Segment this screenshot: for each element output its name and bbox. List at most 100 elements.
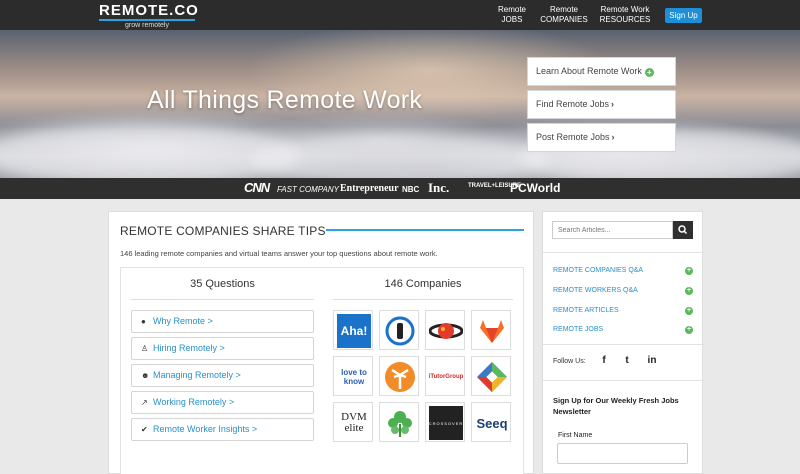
company-tile-crossover[interactable]: CROSSOVER — [425, 402, 465, 442]
site-logo[interactable]: REMOTE.CO grow remotely — [99, 2, 199, 30]
question-remote-worker-insights[interactable]: ✔ Remote Worker Insights > — [131, 418, 314, 441]
sidebar-divider — [543, 380, 704, 381]
hero-cloud-decoration — [250, 135, 550, 178]
chevron-right-icon: › — [611, 99, 615, 109]
press-logos-strip: CNN FAST COMPANY Entrepreneur NBC Inc. T… — [0, 178, 800, 199]
question-label: Hiring Remotely > — [153, 343, 225, 353]
fast-company-logo: FAST COMPANY — [277, 185, 339, 194]
company-tile-1password[interactable] — [379, 310, 419, 350]
group-icon: ☻ — [141, 371, 150, 380]
company-tile-palm[interactable] — [379, 356, 419, 396]
travel-leisure-logo: TRAVEL+LEISURE — [468, 183, 522, 189]
title-underline — [326, 229, 524, 231]
palm-logo — [383, 360, 417, 394]
company-tile-planet[interactable] — [425, 310, 465, 350]
sidebar-link-articles[interactable]: REMOTE ARTICLES — [553, 307, 619, 314]
itutorgroup-logo: iTutorGroup — [428, 374, 464, 380]
nav-resources-line1: Remote Work — [600, 5, 650, 14]
sidebar-link-companies-qa[interactable]: REMOTE COMPANIES Q&A — [553, 267, 643, 274]
plus-circle-icon: + — [644, 68, 654, 77]
dvm-elite-logo: DVM elite — [341, 411, 367, 434]
post-remote-jobs-button[interactable]: Post Remote Jobs › — [527, 123, 676, 152]
plus-circle-icon[interactable]: + — [685, 307, 693, 315]
plus-circle-icon[interactable]: + — [685, 267, 693, 275]
company-tile-dvm-elite[interactable]: DVM elite — [333, 402, 373, 442]
questions-heading-divider — [131, 299, 314, 300]
1password-logo — [383, 314, 417, 348]
info-icon: ● — [141, 317, 146, 326]
companies-heading: 146 Companies — [384, 278, 462, 290]
seeq-logo: Seeq — [476, 415, 508, 431]
company-tile-diamond[interactable] — [471, 356, 511, 396]
section-title: REMOTE COMPANIES SHARE TIPS — [120, 224, 326, 238]
question-label: Remote Worker Insights > — [153, 424, 258, 434]
planet-logo — [429, 314, 463, 348]
question-working-remotely[interactable]: ↗ Working Remotely > — [131, 391, 314, 414]
chevron-right-icon: › — [611, 132, 615, 142]
questions-companies-panel: 35 Questions 146 Companies ● Why Remote >… — [120, 267, 524, 474]
nav-remote-companies-line1: Remote — [549, 5, 578, 14]
remote-companies-tips-card: REMOTE COMPANIES SHARE TIPS 146 leading … — [108, 211, 534, 474]
newsletter-title: Sign Up for Our Weekly Fresh Jobs Newsle… — [553, 396, 679, 416]
first-name-label: First Name — [558, 432, 593, 439]
find-remote-jobs-button[interactable]: Find Remote Jobs › — [527, 90, 676, 119]
chart-icon: ↗ — [141, 398, 148, 407]
nav-remote-jobs-line1: Remote — [497, 5, 526, 14]
logo-tagline: grow remotely — [125, 22, 169, 29]
company-tile-gitlab[interactable] — [471, 310, 511, 350]
nav-remote-jobs[interactable]: Remote JOBS — [494, 5, 530, 25]
question-label: Managing Remotely > — [153, 370, 241, 380]
sidebar-divider — [543, 252, 704, 253]
logo-wordmark: REMOTE.CO — [99, 2, 199, 21]
hero-button-label: Post Remote Jobs — [536, 132, 610, 142]
question-why-remote[interactable]: ● Why Remote > — [131, 310, 314, 333]
sidebar: REMOTE COMPANIES Q&A + REMOTE WORKERS Q&… — [542, 211, 704, 474]
question-managing-remotely[interactable]: ☻ Managing Remotely > — [131, 364, 314, 387]
sidebar-link-jobs[interactable]: REMOTE JOBS — [553, 326, 603, 333]
cnn-logo: CNN — [244, 180, 270, 195]
facebook-icon[interactable]: f — [596, 353, 612, 369]
company-tile-seeq[interactable]: Seeq — [471, 402, 511, 442]
lovetoknow-logo: love to know — [341, 368, 367, 386]
section-description: 146 leading remote companies and virtual… — [120, 249, 438, 258]
person-icon: ♙ — [141, 344, 149, 353]
sign-up-button[interactable]: Sign Up — [665, 8, 702, 23]
question-label: Working Remotely > — [153, 397, 235, 407]
leaf-logo — [383, 406, 417, 440]
search-articles-input[interactable] — [552, 221, 673, 239]
diamond-logo — [475, 360, 509, 394]
first-name-input[interactable] — [557, 443, 688, 464]
company-tile-aha[interactable]: Aha! — [333, 310, 373, 350]
question-label: Why Remote > — [153, 316, 213, 326]
linkedin-icon[interactable]: in — [644, 353, 660, 369]
plus-circle-icon[interactable]: + — [685, 326, 693, 334]
companies-heading-divider — [333, 299, 513, 300]
company-tile-lovetoknow[interactable]: love to know — [333, 356, 373, 396]
nav-remote-work-resources[interactable]: Remote Work RESOURCES — [599, 5, 651, 25]
plus-circle-icon[interactable]: + — [685, 287, 693, 295]
company-tile-itutorgroup[interactable]: iTutorGroup — [425, 356, 465, 396]
nav-remote-companies[interactable]: Remote COMPANIES — [540, 5, 588, 25]
aha-logo: Aha! — [337, 314, 371, 348]
sidebar-link-workers-qa[interactable]: REMOTE WORKERS Q&A — [553, 287, 638, 294]
sidebar-divider — [543, 344, 704, 345]
hero-title: All Things Remote Work — [147, 86, 423, 114]
hero-cloud-decoration — [0, 125, 300, 178]
nav-resources-line2: RESOURCES — [599, 15, 651, 24]
hero-button-label: Find Remote Jobs — [536, 99, 610, 109]
question-hiring-remotely[interactable]: ♙ Hiring Remotely > — [131, 337, 314, 360]
search-icon — [678, 225, 688, 235]
nav-remote-companies-line2: COMPANIES — [540, 15, 588, 24]
questions-heading: 35 Questions — [190, 278, 255, 290]
top-navbar: REMOTE.CO grow remotely Remote JOBS Remo… — [0, 0, 800, 30]
entrepreneur-logo: Entrepreneur — [340, 183, 399, 194]
nav-remote-jobs-line2: JOBS — [501, 15, 523, 24]
search-button[interactable] — [673, 221, 693, 239]
inc-logo: Inc. — [428, 180, 450, 195]
follow-us-label: Follow Us: — [553, 358, 586, 365]
company-tile-leaf[interactable] — [379, 402, 419, 442]
twitter-icon[interactable]: t — [619, 353, 635, 369]
learn-about-remote-work-button[interactable]: Learn About Remote Work + — [527, 57, 676, 86]
hero-banner: All Things Remote Work Learn About Remot… — [0, 30, 800, 178]
nbc-logo: NBC — [402, 185, 420, 194]
